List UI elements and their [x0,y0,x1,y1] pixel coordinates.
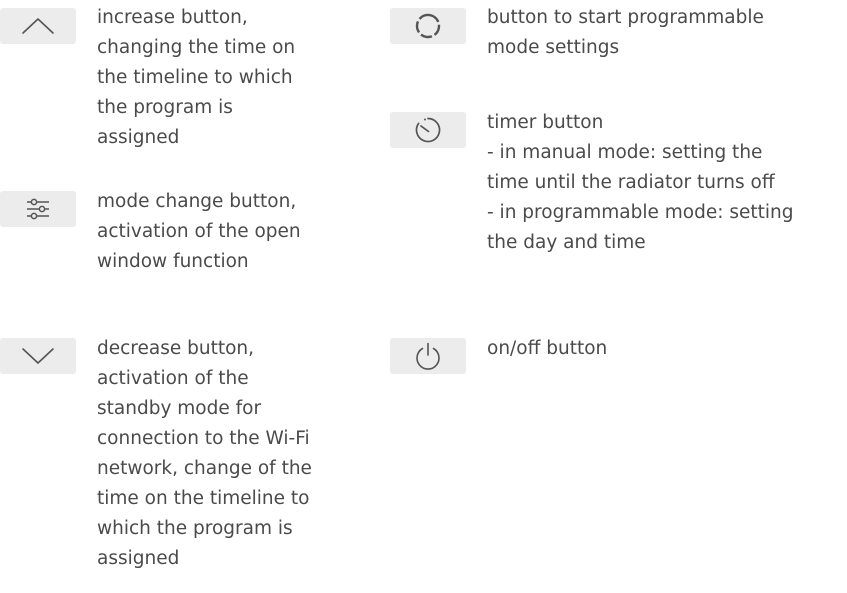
mode-change-button-graphic [0,191,76,227]
dashed-circle-icon [415,13,441,39]
decrease-button-graphic [0,338,76,374]
mode-change-button-description: mode change button, activation of the op… [97,191,301,272]
increase-button-graphic [0,8,76,44]
timer-icon [415,117,441,143]
programmable-mode-button-description: button to start programmable mode settin… [487,7,764,58]
chevron-up-icon [22,18,54,34]
increase-button-description: increase button, changing the time on th… [97,7,296,148]
power-button-description: on/off button [487,338,608,359]
timer-button-description: timer button - in manual mode: setting t… [487,112,794,253]
power-button-graphic [390,338,466,374]
programmable-mode-button-graphic [390,8,466,44]
power-icon [416,342,440,370]
sliders-icon [27,198,49,220]
chevron-down-icon [22,348,54,364]
decrease-button-description: decrease button, activation of the stand… [97,338,312,569]
timer-button-graphic [390,112,466,148]
